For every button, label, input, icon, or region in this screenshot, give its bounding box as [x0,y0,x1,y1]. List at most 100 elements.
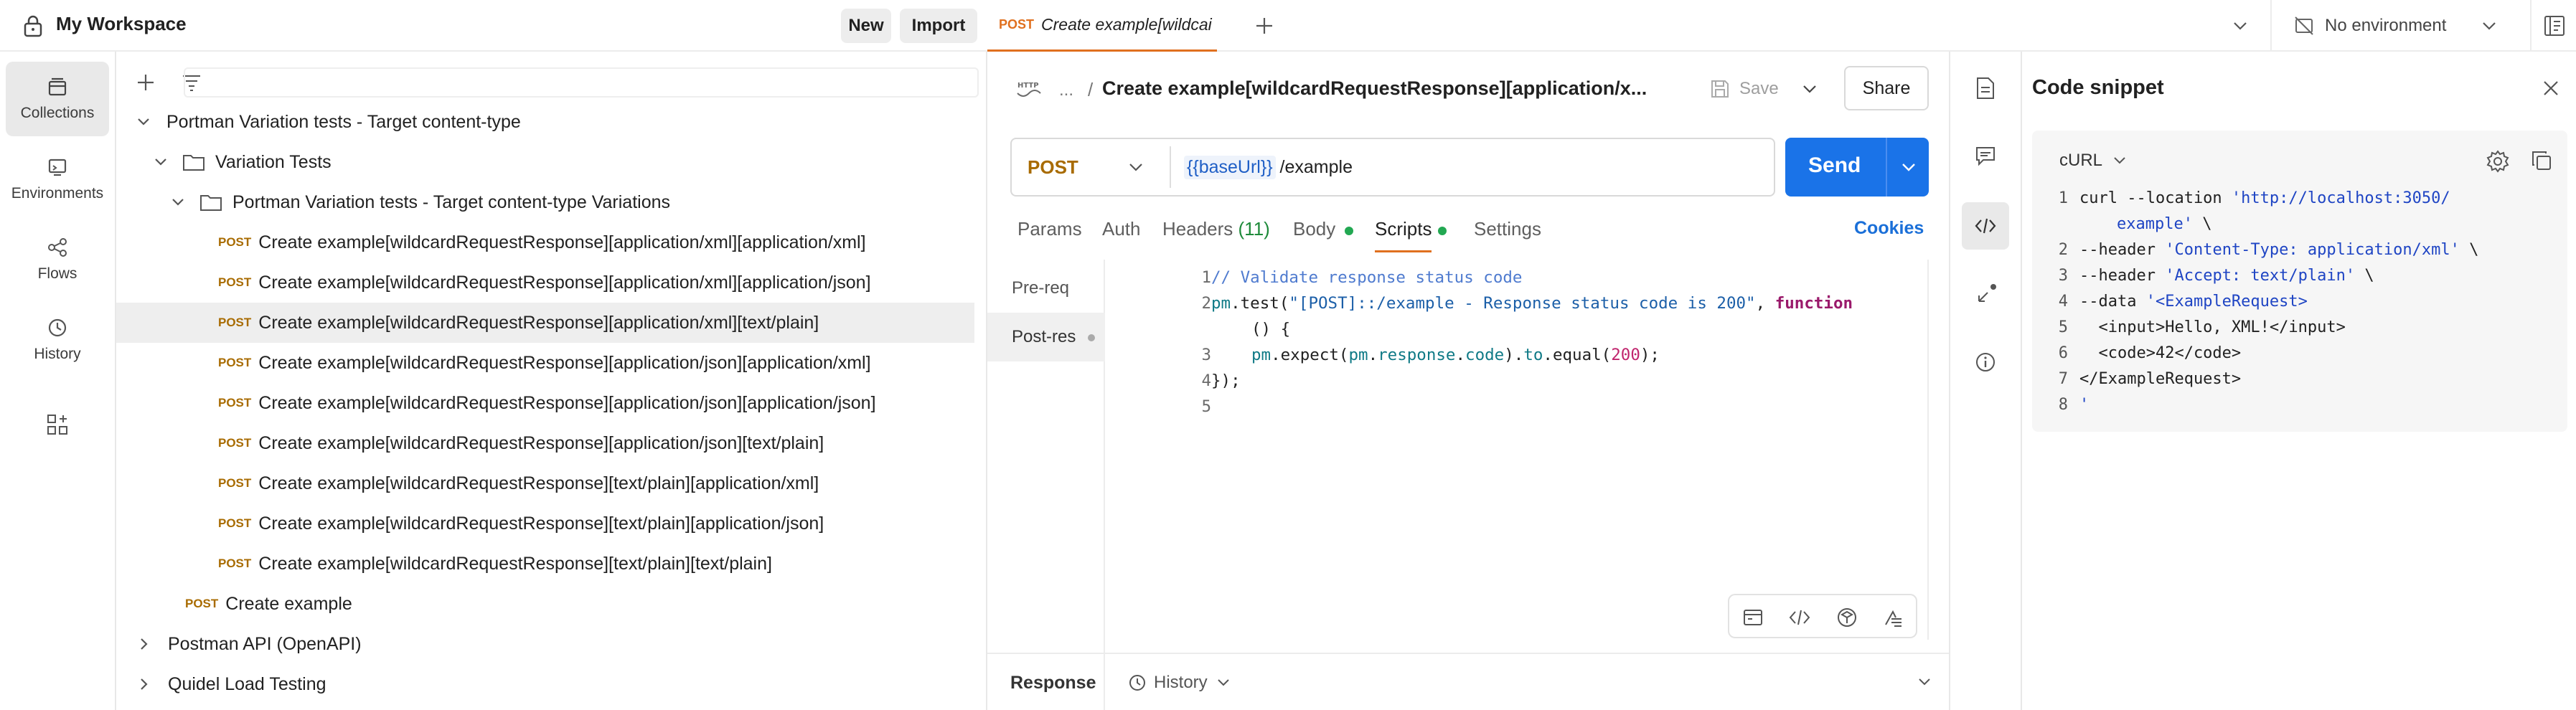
tab-params[interactable]: Params [1017,218,1082,240]
post-res-label: Post-res [1012,327,1076,346]
method-label: POST [1028,156,1078,178]
tree-search-input[interactable] [184,67,979,98]
line-number: 3 [2058,267,2068,285]
folder-variations[interactable]: Portman Variation tests - Target content… [116,182,974,222]
chevron-down-icon[interactable] [2232,20,2249,32]
info-icon[interactable] [1975,351,1996,373]
collection-item[interactable]: Postman API (OpenAPI) [116,624,974,664]
code-line-2: pm.test("[POST]::/example - Response sta… [1211,294,1853,313]
snippet-line-2: --header 'Content-Type: application/xml'… [2079,241,2478,259]
request-item[interactable]: POST Create example[wildcardRequestRespon… [116,262,974,303]
breadcrumb-ellipsis[interactable]: ... [1059,80,1073,100]
method-tag: POST [218,356,252,369]
code-token: --header [2079,241,2166,259]
request-item-selected[interactable]: POST Create example[wildcardRequestRespon… [116,303,974,343]
folder-name: Portman Variation tests - Target content… [232,191,671,212]
request-item[interactable]: POST Create example[wildcardRequestRespon… [116,503,974,544]
folder-variation-tests[interactable]: Variation Tests [116,142,974,182]
rail-history[interactable]: History [6,303,109,377]
breadcrumb-separator: / [1088,79,1094,100]
tab-settings[interactable]: Settings [1474,218,1541,240]
close-icon[interactable] [2542,79,2560,98]
method-tag: POST [218,396,252,410]
divider [1170,146,1171,188]
request-item[interactable]: POST Create example[wildcardRequestRespon… [116,423,974,463]
code-token: response [1378,346,1456,364]
documentation-icon[interactable] [1975,76,1996,100]
chevron-down-icon[interactable] [1917,677,1932,687]
method-select[interactable]: POST [1012,139,1170,195]
snippet-line-5: <input>Hello, XML!</input> [2079,318,2346,336]
share-button[interactable]: Share [1844,66,1929,110]
request-item[interactable]: POST Create example[wildcardRequestRespon… [116,383,974,423]
tab-headers[interactable]: Headers (11) [1162,218,1270,240]
format-icon[interactable] [1881,606,1904,629]
response-bar[interactable]: Response History [987,653,1949,710]
tab-body[interactable]: Body [1293,218,1335,240]
right-sidebar [1950,52,2022,710]
snippet-line-6: <code>42</code> [2079,344,2242,362]
new-button[interactable]: New [841,9,891,43]
settings-panel-icon[interactable] [2543,14,2566,37]
code-token: 200 [1611,346,1640,364]
code-icon[interactable] [1788,607,1811,628]
request-name: Create example[wildcardRequestResponse][… [258,272,871,293]
editor-scrollbar[interactable] [1927,260,1929,640]
rail-collections[interactable]: Collections [6,62,109,136]
pre-req-tab[interactable]: Pre-req [1012,278,1069,298]
code-token: . [1368,346,1378,364]
request-item[interactable]: POST Create example[wildcardRequestRespon… [116,222,974,262]
code-snippet-tab[interactable] [1962,202,2009,250]
post-res-tab[interactable]: Post-res [987,313,1105,361]
request-name: Create example[wildcardRequestResponse][… [258,432,824,453]
code-line-1: // Validate response status code [1211,268,1523,287]
send-label: Send [1808,153,1861,177]
add-icon[interactable] [135,72,156,93]
line-number: 5 [1201,397,1211,416]
tab-method: POST [999,17,1035,32]
code-token: ); [1640,346,1660,364]
copy-icon[interactable] [2530,149,2553,172]
code-token: ). [1504,346,1524,364]
url-input[interactable]: {{baseUrl}} /example [1184,139,1353,195]
tab-scripts[interactable]: Scripts [1375,218,1432,252]
apps-grid-icon[interactable] [46,413,69,436]
response-label: Response [1010,673,1096,693]
request-item[interactable]: POST Create example[wildcardRequestRespon… [116,343,974,383]
code-token: --data [2079,293,2146,311]
snippets-icon[interactable] [1742,607,1764,628]
history-dropdown[interactable]: History [1128,670,1231,696]
rail-flows[interactable]: Flows [6,222,109,297]
method-tag: POST [218,275,252,289]
method-tag: POST [218,476,252,490]
panel-title: Code snippet [2032,76,2164,99]
language-select[interactable]: cURL [2059,146,2127,175]
request-item[interactable]: POST Create example[wildcardRequestRespon… [116,544,974,584]
send-button[interactable]: Send [1785,138,1929,197]
tab-auth[interactable]: Auth [1102,218,1141,240]
code-token: \ [2192,215,2212,233]
related-requests-icon[interactable] [1973,281,1999,307]
comments-icon[interactable] [1975,145,1996,166]
chevron-down-icon[interactable] [1801,83,1818,95]
package-icon[interactable] [1835,606,1858,629]
chevron-down-icon[interactable] [1900,161,1917,173]
collection-root[interactable]: Portman Variation tests - Target content… [116,102,974,142]
environment-selector[interactable]: No environment [2293,0,2498,52]
cookies-link[interactable]: Cookies [1854,218,1924,239]
request-name[interactable]: Create example[wildcardRequestResponse][… [1102,77,1647,100]
snippet-line-7: </ExampleRequest> [2079,370,2242,388]
save-button[interactable]: Save [1709,70,1779,108]
collection-name: Quidel Load Testing [168,673,326,694]
gear-icon[interactable] [2486,149,2510,174]
request-item[interactable]: POST Create example [116,584,974,624]
rail-environments[interactable]: Environments [6,142,109,217]
code-token: .test( [1231,294,1289,313]
import-button[interactable]: Import [900,9,977,43]
request-item[interactable]: POST Create example[wildcardRequestRespon… [116,463,974,503]
new-tab-icon[interactable] [1254,16,1274,36]
request-tab[interactable]: POST Create example[wildcai [987,0,1217,52]
collection-item[interactable]: Quidel Load Testing [116,664,974,704]
tab-title: Create example[wildcai [1041,15,1212,34]
no-environment-icon [2295,16,2313,35]
